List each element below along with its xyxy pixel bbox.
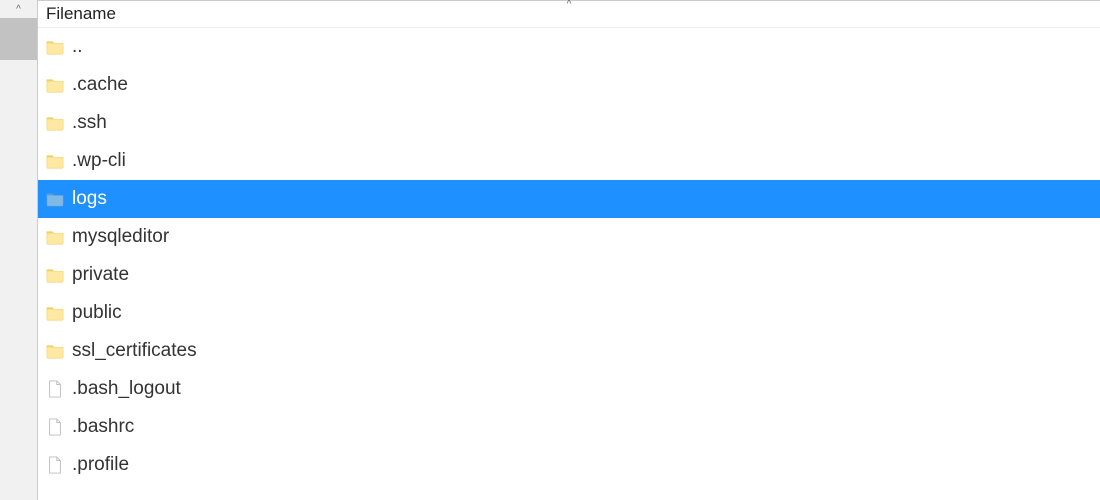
folder-icon bbox=[46, 152, 64, 170]
folder-icon bbox=[46, 266, 64, 284]
file-icon bbox=[46, 456, 64, 474]
filename-label: mysqleditor bbox=[72, 226, 169, 248]
filename-label: .bash_logout bbox=[72, 378, 181, 400]
filename-label: .wp-cli bbox=[72, 150, 126, 172]
filename-label: private bbox=[72, 264, 129, 286]
folder-icon bbox=[46, 38, 64, 56]
column-header-filename: Filename bbox=[46, 4, 116, 24]
filename-label: public bbox=[72, 302, 122, 324]
folder-icon bbox=[46, 304, 64, 322]
folder-icon bbox=[46, 342, 64, 360]
filename-label: .profile bbox=[72, 454, 129, 476]
filename-label: logs bbox=[72, 188, 107, 210]
list-item[interactable]: .. bbox=[38, 28, 1100, 66]
file-icon bbox=[46, 380, 64, 398]
filename-label: ssl_certificates bbox=[72, 340, 197, 362]
list-item[interactable]: logs bbox=[38, 180, 1100, 218]
filename-label: .ssh bbox=[72, 112, 107, 134]
list-item[interactable]: .profile bbox=[38, 446, 1100, 484]
filename-label: .. bbox=[72, 36, 83, 58]
folder-icon bbox=[46, 190, 64, 208]
scroll-up-arrow[interactable]: ^ bbox=[0, 0, 37, 18]
list-item[interactable]: .ssh bbox=[38, 104, 1100, 142]
scroll-thumb[interactable] bbox=[0, 18, 37, 60]
file-list: .. .cache .ssh .wp-cli logs mysqleditor … bbox=[38, 28, 1100, 500]
list-item[interactable]: ssl_certificates bbox=[38, 332, 1100, 370]
list-item[interactable]: mysqleditor bbox=[38, 218, 1100, 256]
scroll-track[interactable] bbox=[0, 18, 37, 500]
list-item[interactable]: private bbox=[38, 256, 1100, 294]
filename-label: .cache bbox=[72, 74, 128, 96]
list-item[interactable]: .cache bbox=[38, 66, 1100, 104]
list-item[interactable]: .bash_logout bbox=[38, 370, 1100, 408]
list-item[interactable]: .bashrc bbox=[38, 408, 1100, 446]
list-item[interactable]: public bbox=[38, 294, 1100, 332]
filename-label: .bashrc bbox=[72, 416, 134, 438]
list-item[interactable]: .wp-cli bbox=[38, 142, 1100, 180]
folder-icon bbox=[46, 228, 64, 246]
column-header[interactable]: Filename ^ bbox=[38, 0, 1100, 28]
folder-icon bbox=[46, 76, 64, 94]
sort-indicator-icon: ^ bbox=[567, 0, 572, 10]
folder-icon bbox=[46, 114, 64, 132]
left-scrollbar[interactable]: ^ bbox=[0, 0, 38, 500]
file-icon bbox=[46, 418, 64, 436]
file-list-panel: Filename ^ .. .cache .ssh .wp-cli logs m… bbox=[38, 0, 1100, 500]
